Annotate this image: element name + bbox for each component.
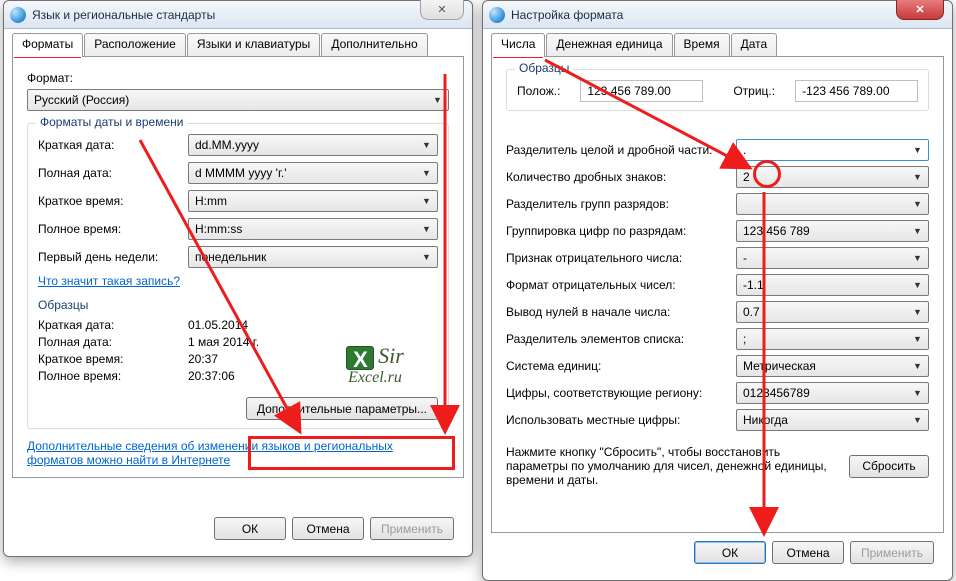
tabstrip: Числа Денежная единица Время Дата: [491, 33, 944, 57]
tab-panel: Формат: Русский (Россия) ▼ Форматы даты …: [12, 56, 464, 478]
customize-format-window: Настройка формата ✕ Числа Денежная едини…: [482, 0, 953, 581]
use-native-select[interactable]: Никогда▼: [736, 409, 929, 431]
native-digits-select[interactable]: 0123456789▼: [736, 382, 929, 404]
short-date-select[interactable]: dd.MM.yyyy▼: [188, 134, 438, 156]
online-info-link[interactable]: Дополнительные сведения об изменении язы…: [27, 439, 393, 467]
window-title: Настройка формата: [511, 8, 623, 22]
globe-icon: [10, 7, 26, 23]
long-time-select[interactable]: H:mm:ss▼: [188, 218, 438, 240]
close-button[interactable]: ✕: [896, 0, 944, 20]
list-separator-select[interactable]: ;▼: [736, 328, 929, 350]
measurement-select[interactable]: Метрическая▼: [736, 355, 929, 377]
additional-settings-button[interactable]: Дополнительные параметры...: [246, 397, 438, 420]
ok-button[interactable]: ОК: [694, 541, 766, 564]
negative-sample: -123 456 789.00: [795, 80, 918, 102]
tab-date[interactable]: Дата: [731, 33, 778, 57]
negative-format-select[interactable]: -1.1▼: [736, 274, 929, 296]
tab-location[interactable]: Расположение: [84, 33, 186, 57]
group-separator-select[interactable]: ▼: [736, 193, 929, 215]
tab-currency[interactable]: Денежная единица: [546, 33, 672, 57]
reset-description: Нажмите кнопку "Сбросить", чтобы восстан…: [506, 445, 837, 487]
titlebar[interactable]: Язык и региональные стандарты ✕: [4, 1, 472, 29]
format-select[interactable]: Русский (Россия) ▼: [27, 89, 449, 111]
leading-zero-select[interactable]: 0.7▼: [736, 301, 929, 323]
chevron-down-icon: ▼: [429, 95, 446, 105]
tab-time[interactable]: Время: [674, 33, 730, 57]
titlebar[interactable]: Настройка формата ✕: [483, 1, 952, 29]
close-button[interactable]: ✕: [420, 0, 464, 20]
decimal-places-select[interactable]: 2▼: [736, 166, 929, 188]
apply-button[interactable]: Применить: [850, 541, 934, 564]
digit-grouping-select[interactable]: 123 456 789▼: [736, 220, 929, 242]
ok-button[interactable]: ОК: [214, 517, 286, 540]
excel-icon: [346, 346, 374, 370]
tab-advanced[interactable]: Дополнительно: [321, 33, 427, 57]
window-title: Язык и региональные стандарты: [32, 8, 215, 22]
tab-keyboards[interactable]: Языки и клавиатуры: [187, 33, 320, 57]
long-date-select[interactable]: d MMMM yyyy 'г.'▼: [188, 162, 438, 184]
regional-settings-window: Язык и региональные стандарты ✕ Форматы …: [3, 0, 473, 557]
tab-numbers[interactable]: Числа: [491, 33, 545, 57]
watermark-logo: Sir Excel.ru: [315, 345, 435, 386]
reset-button[interactable]: Сбросить: [849, 455, 929, 478]
apply-button[interactable]: Применить: [370, 517, 454, 540]
first-day-select[interactable]: понедельник▼: [188, 246, 438, 268]
cancel-button[interactable]: Отмена: [292, 517, 364, 540]
format-label: Формат:: [27, 71, 449, 85]
short-time-select[interactable]: H:mm▼: [188, 190, 438, 212]
samples-group: Образцы Полож.: 123 456 789.00 Отриц.: -…: [506, 69, 929, 111]
tabstrip: Форматы Расположение Языки и клавиатуры …: [12, 33, 464, 57]
notation-help-link[interactable]: Что значит такая запись?: [38, 274, 180, 288]
negative-sign-select[interactable]: -▼: [736, 247, 929, 269]
cancel-button[interactable]: Отмена: [772, 541, 844, 564]
tab-formats[interactable]: Форматы: [12, 33, 83, 57]
globe-icon: [489, 7, 505, 23]
positive-sample: 123 456 789.00: [580, 80, 703, 102]
decimal-separator-select[interactable]: .▼: [736, 139, 929, 161]
tab-panel: Образцы Полож.: 123 456 789.00 Отриц.: -…: [491, 56, 944, 533]
